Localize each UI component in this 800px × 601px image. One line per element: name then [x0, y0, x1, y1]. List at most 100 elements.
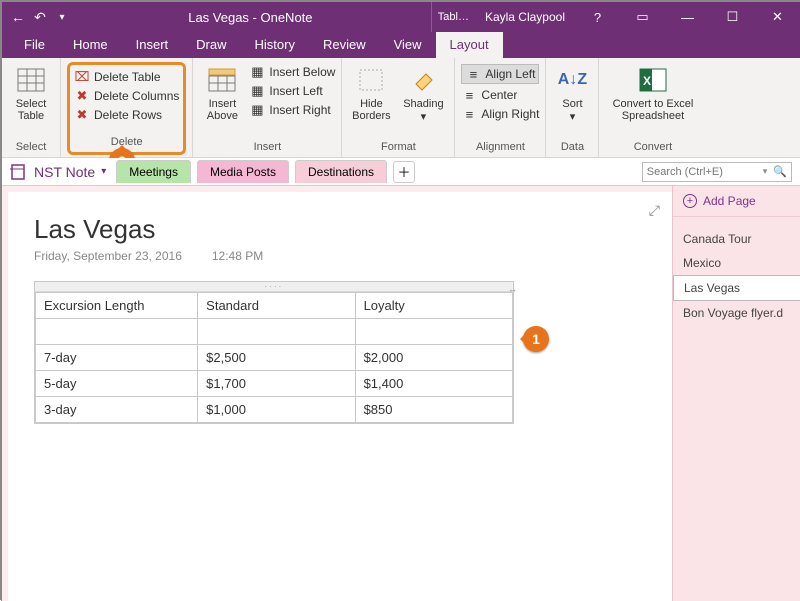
- pricing-table[interactable]: Excursion Length Standard Loyalty 7-day …: [35, 292, 513, 423]
- excel-icon: X: [637, 64, 669, 96]
- group-data-label: Data: [552, 141, 592, 155]
- insert-left-button[interactable]: ▦ Insert Left: [249, 83, 335, 99]
- delete-rows-icon: ✖: [74, 107, 90, 123]
- help-button[interactable]: ?: [575, 2, 620, 32]
- group-delete: ⌧ Delete Table ✖ Delete Columns ✖ Delete…: [61, 58, 193, 157]
- table-row: 7-day $2,500 $2,000: [36, 345, 513, 371]
- table-handle[interactable]: ····: [35, 282, 513, 292]
- section-tab-media-posts[interactable]: Media Posts: [197, 160, 289, 183]
- close-button[interactable]: ✕: [755, 2, 800, 32]
- cell[interactable]: 7-day: [36, 345, 198, 371]
- page-item-selected[interactable]: Las Vegas: [673, 275, 800, 301]
- align-right-button[interactable]: ≡ Align Right: [461, 106, 539, 122]
- hide-borders-button[interactable]: Hide Borders: [348, 62, 394, 141]
- delete-table-button[interactable]: ⌧ Delete Table: [74, 69, 179, 85]
- page-item[interactable]: Mexico: [673, 251, 800, 275]
- tab-history[interactable]: History: [241, 32, 309, 58]
- undo-icon[interactable]: ↶: [32, 9, 48, 25]
- header-cell[interactable]: Loyalty: [355, 293, 512, 319]
- minimize-button[interactable]: —: [665, 2, 710, 32]
- delete-columns-label: Delete Columns: [94, 89, 179, 103]
- content-area: ⤢ Las Vegas Friday, September 23, 2016 1…: [2, 186, 800, 601]
- sort-icon: A↓Z: [556, 64, 588, 96]
- cell[interactable]: $1,400: [355, 371, 512, 397]
- page-item[interactable]: Bon Voyage flyer.d: [673, 301, 800, 325]
- chevron-down-icon: ▾: [101, 166, 106, 177]
- callout-1: 1: [523, 326, 549, 352]
- select-table-button[interactable]: Select Table: [8, 62, 54, 141]
- notebook-name: NST Note: [34, 164, 95, 180]
- insert-below-button[interactable]: ▦ Insert Below: [249, 64, 335, 80]
- user-name[interactable]: Kayla Claypool: [475, 10, 575, 24]
- insert-above-button[interactable]: Insert Above: [199, 62, 245, 141]
- back-icon[interactable]: ←: [10, 9, 26, 25]
- group-select: Select Table Select: [2, 58, 61, 157]
- sort-button[interactable]: A↓Z Sort▾: [552, 62, 592, 141]
- cell[interactable]: 3-day: [36, 397, 198, 423]
- search-box[interactable]: ▾ 🔍: [642, 162, 792, 182]
- delete-columns-icon: ✖: [74, 88, 90, 104]
- tab-draw[interactable]: Draw: [182, 32, 240, 58]
- insert-below-label: Insert Below: [269, 65, 335, 79]
- ribbon-display-icon[interactable]: ▭: [620, 2, 665, 32]
- cell[interactable]: [198, 319, 355, 345]
- insert-right-icon: ▦: [249, 102, 265, 118]
- notebook-selector[interactable]: NST Note ▾: [10, 163, 110, 181]
- group-data: A↓Z Sort▾ Data: [546, 58, 599, 157]
- cell[interactable]: [355, 319, 512, 345]
- tab-file[interactable]: File: [10, 32, 59, 58]
- insert-right-button[interactable]: ▦ Insert Right: [249, 102, 335, 118]
- cell[interactable]: [36, 319, 198, 345]
- section-tab-meetings[interactable]: Meetings: [116, 160, 191, 183]
- header-cell[interactable]: Standard: [198, 293, 355, 319]
- delete-rows-button[interactable]: ✖ Delete Rows: [74, 107, 179, 123]
- tab-layout[interactable]: Layout: [436, 32, 503, 58]
- table-resize-handle[interactable]: ↔: [508, 284, 517, 294]
- customize-qat-icon[interactable]: ▾: [54, 9, 70, 25]
- expand-page-icon[interactable]: ⤢: [649, 202, 660, 219]
- group-alignment-label: Alignment: [461, 141, 539, 155]
- tab-view[interactable]: View: [380, 32, 436, 58]
- page-title[interactable]: Las Vegas: [34, 214, 646, 245]
- center-button[interactable]: ≡ Center: [461, 87, 539, 103]
- convert-excel-label: Convert to Excel Spreadsheet: [613, 98, 694, 122]
- page-item[interactable]: Canada Tour: [673, 227, 800, 251]
- shading-icon: [407, 64, 439, 96]
- table-icon: [15, 64, 47, 96]
- shading-button[interactable]: Shading▾: [398, 62, 448, 141]
- insert-left-icon: ▦: [249, 83, 265, 99]
- tab-insert[interactable]: Insert: [122, 32, 183, 58]
- delete-columns-button[interactable]: ✖ Delete Columns: [74, 88, 179, 104]
- tab-review[interactable]: Review: [309, 32, 380, 58]
- cell[interactable]: $850: [355, 397, 512, 423]
- delete-rows-label: Delete Rows: [94, 108, 162, 122]
- tab-home[interactable]: Home: [59, 32, 122, 58]
- add-section-button[interactable]: ＋: [393, 161, 415, 183]
- cell[interactable]: 5-day: [36, 371, 198, 397]
- cell[interactable]: $1,700: [198, 371, 355, 397]
- convert-excel-button[interactable]: X Convert to Excel Spreadsheet: [605, 62, 700, 141]
- page-time: 12:48 PM: [212, 249, 263, 263]
- header-cell[interactable]: Excursion Length: [36, 293, 198, 319]
- table-row: [36, 319, 513, 345]
- add-page-button[interactable]: + Add Page: [673, 186, 800, 217]
- add-page-label: Add Page: [703, 194, 756, 208]
- search-icon: ▾: [763, 166, 768, 177]
- table-container[interactable]: ···· Excursion Length Standard Loyalty 7…: [34, 281, 514, 424]
- page-canvas[interactable]: ⤢ Las Vegas Friday, September 23, 2016 1…: [8, 192, 672, 601]
- cell[interactable]: $2,500: [198, 345, 355, 371]
- cell[interactable]: $1,000: [198, 397, 355, 423]
- group-insert: Insert Above ▦ Insert Below ▦ Insert Lef…: [193, 58, 342, 157]
- search-input[interactable]: [647, 166, 757, 178]
- notebook-icon: [10, 163, 28, 181]
- group-select-label: Select: [8, 141, 54, 155]
- page-list: + Add Page Canada Tour Mexico Las Vegas …: [672, 186, 800, 601]
- align-left-button[interactable]: ≡ Align Left: [461, 64, 539, 84]
- section-tab-destinations[interactable]: Destinations: [295, 160, 387, 183]
- insert-above-icon: [206, 64, 238, 96]
- insert-right-label: Insert Right: [269, 103, 330, 117]
- maximize-button[interactable]: ☐: [710, 2, 755, 32]
- plus-icon: +: [683, 194, 697, 208]
- table-tools-label[interactable]: Tabl…: [431, 2, 475, 32]
- cell[interactable]: $2,000: [355, 345, 512, 371]
